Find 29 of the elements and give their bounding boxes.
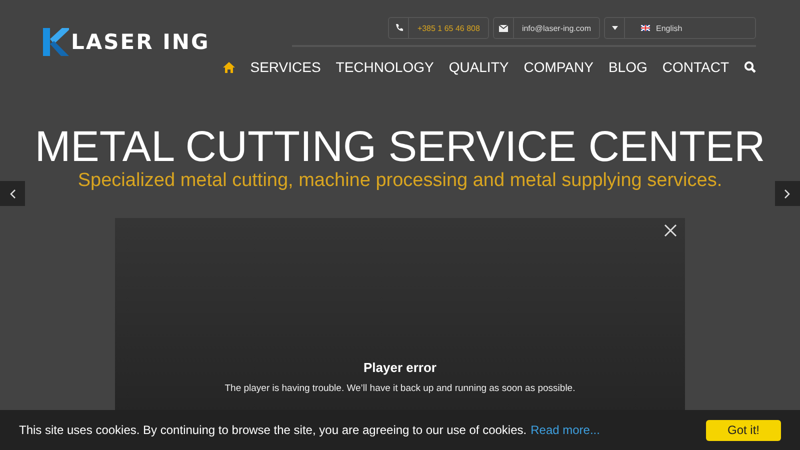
hero-subtitle: Specialized metal cutting, machine processing and metal supplying services. xyxy=(78,170,722,192)
envelope-icon xyxy=(498,24,508,32)
nav-link[interactable]: TECHNOLOGY xyxy=(336,59,434,75)
flag-icon xyxy=(641,25,650,31)
error-title: Player error xyxy=(364,360,436,375)
language-select[interactable]: English xyxy=(604,17,756,39)
nav-link[interactable]: CONTACT xyxy=(662,59,729,75)
got-it-button[interactable]: Got it! xyxy=(706,420,781,440)
home-icon[interactable] xyxy=(223,62,236,72)
next-slide-button[interactable] xyxy=(774,181,800,206)
previous-slide-button[interactable] xyxy=(0,181,25,206)
cookie-message: This site uses cookies. By continuing to browse the site, you are agreeing to our use of cookies. Read more... xyxy=(19,423,600,437)
caret-icon xyxy=(612,26,618,30)
logo-icon xyxy=(43,28,69,56)
phone-icon xyxy=(394,24,403,32)
nav-link[interactable]: QUALITY xyxy=(448,59,509,75)
hero-title: METAL CUTTING SERVICE CENTER xyxy=(34,124,766,170)
error-message: The player is having trouble. We’ll have it back up and running as soon as possible. xyxy=(224,383,576,394)
phone-link[interactable]: +385 1 65 46 808 xyxy=(388,17,489,39)
chevron-right-icon xyxy=(784,188,790,198)
nav-link[interactable]: BLOG xyxy=(608,59,648,75)
nav-link[interactable]: SERVICES xyxy=(250,59,321,75)
chevron-left-icon xyxy=(10,188,16,198)
read-more-link[interactable]: Read more... xyxy=(530,423,600,437)
email-link[interactable]: info@laser-ing.com xyxy=(492,17,600,39)
close-icon[interactable] xyxy=(664,224,677,237)
search-icon[interactable] xyxy=(744,61,756,73)
logo-text: LASER ING xyxy=(71,30,210,54)
nav-link[interactable]: COMPANY xyxy=(524,59,594,75)
